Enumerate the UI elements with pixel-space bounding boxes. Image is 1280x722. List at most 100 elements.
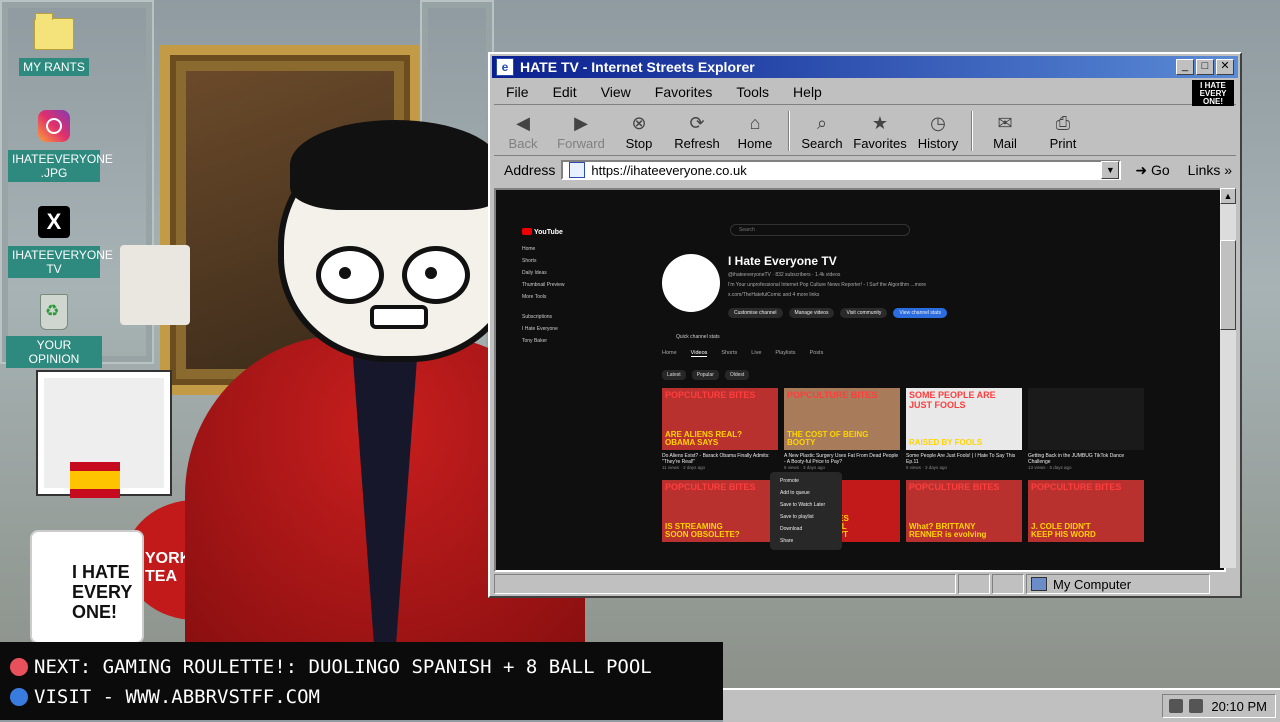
tab-live[interactable]: Live: [751, 350, 761, 357]
address-input[interactable]: https://ihateeveryone.co.uk ▼: [561, 160, 1122, 180]
video-title[interactable]: A New Plastic Surgery Uses Fat From Dead…: [784, 453, 900, 465]
desktop-icon-ihateeveryone-tv[interactable]: X IHATEEVERYONE TV: [6, 202, 113, 278]
sidebar-item-daily-ideas[interactable]: Daily Ideas: [522, 270, 592, 276]
character-mouth: [370, 305, 428, 329]
stop-icon: ⊗: [631, 113, 647, 133]
video-title[interactable]: Some People Are Just Fools! | I Hate To …: [906, 453, 1022, 465]
tab-playlists[interactable]: Playlists: [775, 350, 795, 357]
sidebar-item-subscriptions[interactable]: Subscriptions: [522, 314, 592, 320]
customise-channel-button[interactable]: Customise channel: [728, 308, 783, 318]
video-card[interactable]: SOME PEOPLE ARE JUST FOOLS RAISED BY FOOL…: [906, 388, 1022, 470]
tab-posts[interactable]: Posts: [810, 350, 824, 357]
menu-edit[interactable]: Edit: [541, 84, 589, 100]
sidebar-item-thumbnail-preview[interactable]: Thumbnail Preview: [522, 282, 592, 288]
stop-button[interactable]: ⊗ Stop: [610, 112, 668, 155]
thumbnail-heading: POPCULTURE BITES: [1031, 482, 1122, 492]
menu-save-watch-later[interactable]: Save to Watch Later: [770, 499, 842, 511]
video-card[interactable]: POPCULTURE BITES What? BRITTANY RENNER is…: [906, 480, 1022, 542]
search-button[interactable]: ⌕ Search: [793, 112, 851, 155]
tray-volume-icon[interactable]: [1189, 699, 1203, 713]
clock[interactable]: 20:10 PM: [1211, 699, 1267, 714]
tab-videos[interactable]: Videos: [690, 350, 708, 357]
video-thumbnail[interactable]: POPCULTURE BITES What? BRITTANY RENNER is…: [906, 480, 1022, 542]
youtube-logo[interactable]: YouTube: [522, 228, 563, 236]
thumbnail-caption: RAISED BY FOOLS: [909, 438, 983, 447]
home-button[interactable]: ⌂ Home: [726, 112, 784, 155]
thumbnail-caption: IS STREAMING SOON OBSOLETE?: [665, 522, 740, 539]
video-thumbnail[interactable]: SOME PEOPLE ARE JUST FOOLS RAISED BY FOOL…: [906, 388, 1022, 450]
menu-file[interactable]: File: [494, 84, 541, 100]
maximize-button[interactable]: □: [1196, 59, 1214, 75]
links-button[interactable]: Links »: [1188, 162, 1232, 178]
tab-shorts[interactable]: Shorts: [721, 350, 737, 357]
scroll-thumb[interactable]: [1220, 240, 1236, 330]
sidebar-item-tony-baker[interactable]: Tony Baker: [522, 338, 592, 344]
chevron-down-icon[interactable]: ▼: [1101, 161, 1120, 179]
desktop-icon-ihateeveryone-jpg[interactable]: IHATEEVERYONE .JPG: [6, 106, 113, 182]
video-title[interactable]: Getting Back in the JUMBUG TikTok Dance …: [1028, 453, 1144, 465]
search-label: Search: [801, 136, 843, 151]
video-card[interactable]: Getting Back in the JUMBUG TikTok Dance …: [1028, 388, 1144, 470]
menu-view[interactable]: View: [589, 84, 643, 100]
video-card[interactable]: POPCULTURE BITES J. COLE DIDN'T KEEP HIS …: [1028, 480, 1144, 542]
history-label: History: [917, 136, 959, 151]
tab-home[interactable]: Home: [662, 350, 677, 357]
menu-favorites[interactable]: Favorites: [643, 84, 725, 100]
video-card[interactable]: POPCULTURE BITES IS STREAMING SOON OBSOLE…: [662, 480, 778, 542]
menu-add-to-queue[interactable]: Add to queue: [770, 487, 842, 499]
sidebar-item-shorts[interactable]: Shorts: [522, 258, 592, 264]
character-eye-right: [402, 246, 470, 304]
channel-links[interactable]: x.com/TheHatefulComic and 4 more links: [728, 292, 926, 298]
tray-network-icon[interactable]: [1169, 699, 1183, 713]
go-button[interactable]: ➜ Go: [1135, 162, 1169, 179]
video-thumbnail[interactable]: POPCULTURE BITES J. COLE DIDN'T KEEP HIS …: [1028, 480, 1144, 542]
video-card[interactable]: POPCULTURE BITES THE COST OF BEING BOOTY A…: [784, 388, 900, 470]
menu-download[interactable]: Download: [770, 523, 842, 535]
video-thumbnail[interactable]: POPCULTURE BITES THE COST OF BEING BOOTY: [784, 388, 900, 450]
forward-button[interactable]: ▶ Forward: [552, 112, 610, 155]
ticker-banner: NEXT: GAMING ROULETTE!: DUOLINGO SPANISH…: [0, 642, 723, 720]
sidebar-item-home[interactable]: Home: [522, 246, 592, 252]
scroll-up-icon[interactable]: ▲: [1220, 188, 1236, 204]
history-button[interactable]: ◷ History: [909, 112, 967, 155]
video-thumbnail[interactable]: [1028, 388, 1144, 450]
stop-label: Stop: [625, 136, 653, 151]
menu-promote[interactable]: Promote: [770, 475, 842, 487]
video-thumbnail[interactable]: POPCULTURE BITES ARE ALIENS REAL? OBAMA S…: [662, 388, 778, 450]
desktop-icon-my-rants[interactable]: MY RANTS: [6, 13, 102, 76]
sidebar-item-more-tools[interactable]: More Tools: [522, 294, 592, 300]
video-title[interactable]: Do Aliens Exist? - Barack Obama Finally …: [662, 453, 778, 465]
close-button[interactable]: ✕: [1216, 59, 1234, 75]
visit-community-button[interactable]: Visit community: [840, 308, 888, 318]
menu-tools[interactable]: Tools: [724, 84, 781, 100]
thumbnail-caption: J. COLE DIDN'T KEEP HIS WORD: [1031, 522, 1096, 539]
chip-oldest[interactable]: Oldest: [724, 370, 750, 380]
chip-popular[interactable]: Popular: [691, 370, 719, 380]
mail-button[interactable]: ✉ Mail: [976, 112, 1034, 155]
title-bar[interactable]: e HATE TV - Internet Streets Explorer _ …: [492, 56, 1238, 78]
menu-share[interactable]: Share: [770, 535, 842, 547]
quick-stats[interactable]: Quick channel stats: [676, 334, 720, 340]
sort-chips: Latest Popular Oldest: [662, 370, 750, 380]
video-thumbnail[interactable]: POPCULTURE BITES IS STREAMING SOON OBSOLE…: [662, 480, 778, 542]
favorites-button[interactable]: ★ Favorites: [851, 112, 909, 155]
view-channel-stats-button[interactable]: View channel stats: [893, 308, 947, 318]
vertical-scrollbar[interactable]: ▲: [1220, 188, 1236, 568]
system-tray: 20:10 PM: [1162, 694, 1276, 718]
video-card[interactable]: POPCULTURE BITES ARE ALIENS REAL? OBAMA S…: [662, 388, 778, 470]
sidebar-item-i-hate-everyone[interactable]: I Hate Everyone: [522, 326, 592, 332]
print-label: Print: [1049, 136, 1077, 151]
print-button[interactable]: ⎙ Print: [1034, 112, 1092, 155]
desktop-icon-your-opinion[interactable]: YOUR OPINION: [6, 292, 102, 368]
menu-help[interactable]: Help: [781, 84, 834, 100]
refresh-button[interactable]: ⟳ Refresh: [668, 112, 726, 155]
menu-save-to-playlist[interactable]: Save to playlist: [770, 511, 842, 523]
channel-description[interactable]: I'm Your unprofessional Internet Pop Cul…: [728, 282, 926, 288]
manage-videos-button[interactable]: Manage videos: [788, 308, 835, 318]
youtube-search-input[interactable]: Search: [730, 224, 910, 236]
minimize-button[interactable]: _: [1176, 59, 1194, 75]
brand-logo: I HATE EVERY ONE!: [1192, 80, 1234, 106]
back-button[interactable]: ◀ Back: [494, 112, 552, 155]
print-icon: ⎙: [1055, 113, 1071, 133]
chip-latest[interactable]: Latest: [662, 370, 686, 380]
